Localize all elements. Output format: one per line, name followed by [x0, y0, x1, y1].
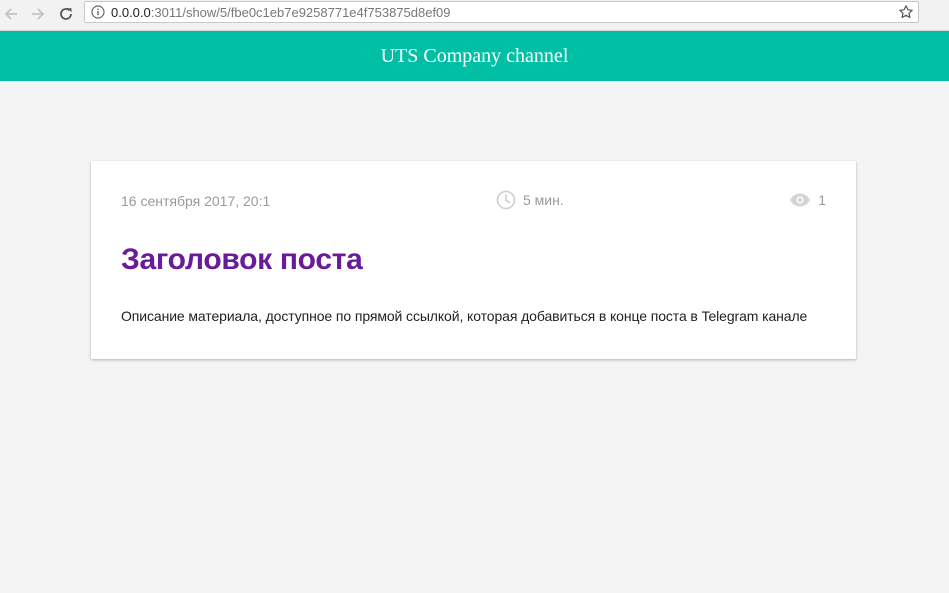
view-count: 1	[789, 192, 826, 208]
arrow-left-icon	[4, 8, 17, 20]
url-text[interactable]: 0.0.0.0:3011/show/5/fbe0c1eb7e9258771e4f…	[111, 5, 451, 20]
read-time: 5 мин.	[496, 190, 564, 210]
channel-title: UTS Company channel	[380, 44, 569, 67]
post-date: 16 сентября 2017, 20:1	[121, 193, 271, 209]
info-icon[interactable]	[91, 5, 105, 19]
reload-icon	[60, 8, 72, 20]
read-time-label: 5 мин.	[523, 192, 564, 208]
arrow-right-icon	[32, 8, 45, 20]
url-path: :3011/show/5/fbe0c1eb7e9258771e4f753875d…	[150, 5, 451, 20]
address-bar[interactable]: 0.0.0.0:3011/show/5/fbe0c1eb7e9258771e4f…	[84, 1, 919, 23]
post-card: 16 сентября 2017, 20:1 5 мин. 1 Заголово…	[91, 161, 856, 359]
clock-icon	[496, 190, 516, 210]
post-title[interactable]: Заголовок поста	[121, 243, 363, 277]
view-count-label: 1	[818, 192, 826, 208]
browser-toolbar: 0.0.0.0:3011/show/5/fbe0c1eb7e9258771e4f…	[0, 0, 949, 31]
url-host: 0.0.0.0	[111, 5, 151, 20]
back-button[interactable]	[0, 3, 22, 25]
app-header: UTS Company channel	[0, 31, 949, 81]
eye-icon	[790, 193, 811, 207]
star-icon[interactable]	[898, 4, 914, 20]
reload-button[interactable]	[55, 3, 77, 25]
forward-button[interactable]	[27, 3, 49, 25]
post-description: Описание материала, доступное по прямой …	[121, 308, 808, 324]
